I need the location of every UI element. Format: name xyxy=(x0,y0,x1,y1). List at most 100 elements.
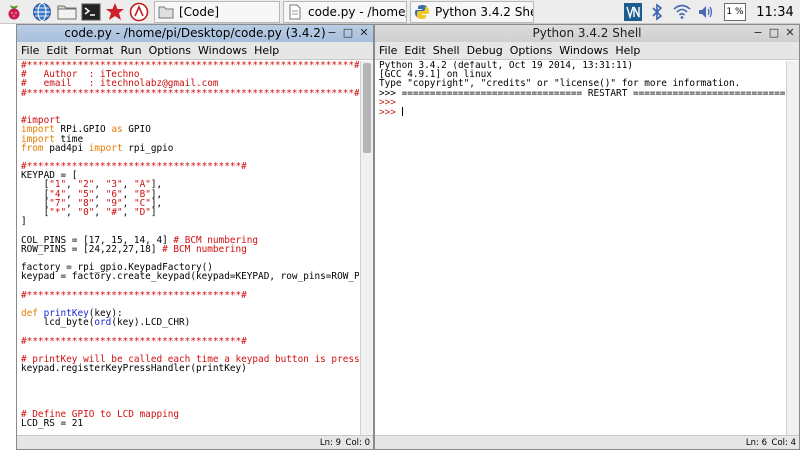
menu-options[interactable]: Options xyxy=(510,44,552,57)
editor-menubar: File Edit Format Run Options Windows Help xyxy=(17,42,373,60)
editor-window: code.py - /home/pi/Desktop/code.py (3.4.… xyxy=(16,24,374,450)
editor-code-area[interactable]: #***************************************… xyxy=(21,61,359,435)
shell-scrollbar[interactable] xyxy=(786,61,799,435)
taskbar-item-label: Python 3.4.2 Shell xyxy=(435,5,534,19)
code-line: ["*", "0", "#", "D"] xyxy=(21,208,359,217)
code-line: keypad = factory.create_keypad(keypad=KE… xyxy=(21,271,359,283)
text-cursor xyxy=(401,106,403,116)
maximize-icon[interactable]: □ xyxy=(767,26,781,40)
code-line: >>> xyxy=(379,106,785,117)
code-line: lcd_byte(ord(key).LCD_CHR) xyxy=(21,318,359,327)
shell-line-indicator: Ln: 6 xyxy=(745,438,767,448)
shell-titlebar[interactable]: Python 3.4.2 Shell − □ ✕ xyxy=(375,25,799,42)
code-token: "0" xyxy=(77,207,95,218)
editor-statusbar: Ln: 9 Col: 0 xyxy=(17,435,373,449)
clock[interactable]: 11:34 xyxy=(752,2,798,22)
taskbar-item-code-folder[interactable]: [Code] xyxy=(154,1,280,23)
document-icon xyxy=(289,4,301,20)
code-token: , xyxy=(94,207,106,218)
menu-windows[interactable]: Windows xyxy=(198,44,247,57)
menu-file[interactable]: File xyxy=(379,44,397,57)
maximize-icon[interactable]: □ xyxy=(341,26,355,40)
taskbar-item-shell[interactable]: Python 3.4.2 Shell xyxy=(410,1,534,23)
vnc-icon[interactable] xyxy=(622,1,644,23)
code-token: "D" xyxy=(133,207,151,218)
volume-icon[interactable] xyxy=(696,1,716,23)
editor-col-indicator: Col: 0 xyxy=(345,438,370,448)
raspberry-menu-icon[interactable] xyxy=(3,1,25,23)
code-token: as xyxy=(111,124,123,136)
menu-debug[interactable]: Debug xyxy=(467,44,503,57)
taskbar-item-label: code.py - /home/pi/... xyxy=(308,5,407,19)
code-token: , xyxy=(122,207,134,218)
editor-titlebar[interactable]: code.py - /home/pi/Desktop/code.py (3.4.… xyxy=(17,25,373,42)
editor-scrollbar[interactable] xyxy=(360,61,373,435)
menu-format[interactable]: Format xyxy=(75,44,114,57)
code-line: ROW_PINS = [24,22,27,18] # BCM numbering xyxy=(21,245,359,254)
taskbar-item-editor[interactable]: code.py - /home/pi/... xyxy=(283,1,407,23)
editor-line-indicator: Ln: 9 xyxy=(319,438,341,448)
code-token: GPIO xyxy=(122,124,151,136)
python-icon xyxy=(415,5,429,19)
code-line: >>> xyxy=(379,96,396,108)
code-token: , xyxy=(66,207,78,218)
code-token: import xyxy=(88,142,123,154)
wolfram-icon[interactable] xyxy=(128,1,150,23)
menu-run[interactable]: Run xyxy=(121,44,142,57)
close-icon[interactable]: ✕ xyxy=(783,26,797,40)
taskbar-item-label: [Code] xyxy=(179,5,220,19)
menu-help[interactable]: Help xyxy=(254,44,279,57)
minimize-icon[interactable]: − xyxy=(325,26,339,40)
shell-title: Python 3.4.2 Shell xyxy=(532,26,642,40)
shell-menubar: File Edit Shell Debug Options Windows Help xyxy=(375,42,799,60)
math-kernel-icon[interactable] xyxy=(104,1,126,23)
code-line: ] xyxy=(21,216,27,228)
close-icon[interactable]: ✕ xyxy=(357,26,371,40)
menu-edit[interactable]: Edit xyxy=(46,44,67,57)
menu-options[interactable]: Options xyxy=(149,44,191,57)
shell-window: Python 3.4.2 Shell − □ ✕ File Edit Shell De… xyxy=(374,24,800,450)
code-line: keypad.registerKeyPressHandler(printKey) xyxy=(21,363,247,375)
code-line: from pad4pi import rpi_gpio xyxy=(21,142,359,154)
code-token: (key).LCD_CHR) xyxy=(111,317,191,329)
wifi-icon[interactable] xyxy=(672,1,692,23)
menu-windows[interactable]: Windows xyxy=(559,44,608,57)
code-line: #**************************************# xyxy=(21,335,247,347)
code-line: >>> ================================ RES… xyxy=(379,87,785,99)
code-line: #***************************************… xyxy=(21,87,359,99)
cpu-monitor: 1 % xyxy=(724,3,746,21)
code-token: "*" xyxy=(49,207,67,218)
scrollbar-thumb[interactable] xyxy=(363,63,371,153)
code-token: "#" xyxy=(105,207,123,218)
shell-statusbar: Ln: 6 Col: 4 xyxy=(375,435,799,449)
shell-col-indicator: Col: 4 xyxy=(771,438,796,448)
code-token: ] xyxy=(150,207,157,218)
editor-title: code.py - /home/pi/Desktop/code.py (3.4.… xyxy=(64,26,326,40)
code-token: pad4pi xyxy=(43,142,89,154)
minimize-icon[interactable]: − xyxy=(751,26,765,40)
code-token: # BCM numbering xyxy=(162,243,247,255)
code-token: ord xyxy=(94,317,112,329)
file-manager-icon[interactable] xyxy=(56,1,78,23)
terminal-icon[interactable] xyxy=(80,1,102,23)
code-line: LCD_RS = 21 xyxy=(21,418,84,430)
code-token: ROW_PINS = [24,22,27,18] xyxy=(21,243,163,255)
code-line: #**************************************# xyxy=(21,289,247,301)
code-token: rpi_gpio xyxy=(122,142,174,154)
bluetooth-icon[interactable] xyxy=(648,1,666,23)
menu-edit[interactable]: Edit xyxy=(404,44,425,57)
taskbar: [Code] code.py - /home/pi/... Python 3.4… xyxy=(0,0,800,24)
menu-file[interactable]: File xyxy=(21,44,39,57)
web-browser-icon[interactable] xyxy=(31,1,53,23)
code-token: from xyxy=(21,142,44,154)
shell-output-area[interactable]: Python 3.4.2 (default, Oct 19 2014, 13:3… xyxy=(379,61,785,435)
menu-shell[interactable]: Shell xyxy=(433,44,460,57)
folder-icon xyxy=(158,6,174,19)
code-token: lcd_byte( xyxy=(21,317,95,329)
menu-help[interactable]: Help xyxy=(615,44,640,57)
